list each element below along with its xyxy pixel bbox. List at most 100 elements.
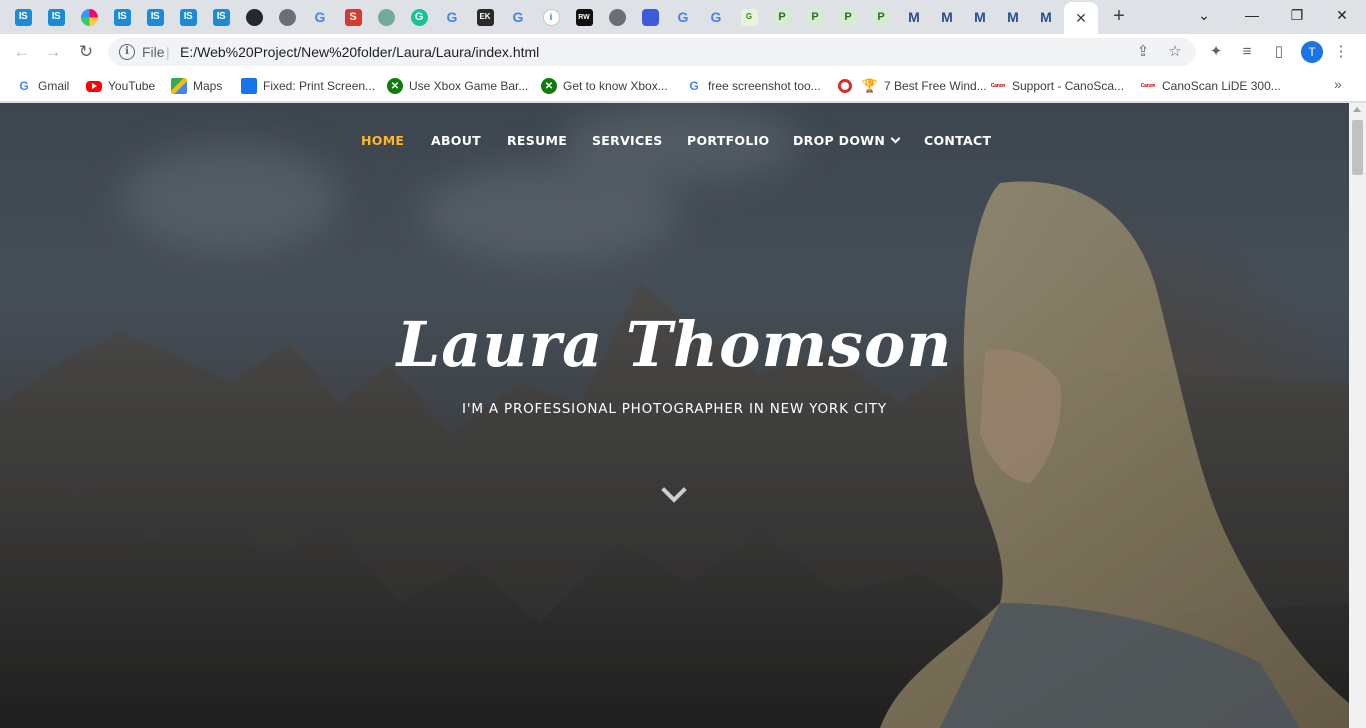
chatgpt-icon [377,8,395,26]
reload-button[interactable]: ↻ [74,40,98,64]
browser-tab[interactable] [74,4,104,30]
close-tab-icon[interactable]: ✕ [1075,10,1087,27]
browser-tab[interactable]: P [800,4,830,30]
bookmark-label: Gmail [38,79,70,93]
browser-tab[interactable] [272,4,302,30]
bookmark-star-icon[interactable]: ☆ [1166,43,1184,61]
scroll-up-arrow-icon[interactable] [1353,107,1361,112]
restore-button[interactable]: ❐ [1277,4,1317,28]
address-bar[interactable]: i File | E:/Web%20Project/New%20folder/L… [108,38,1196,66]
google-icon: G [710,9,722,25]
pinwheel-icon [80,8,98,26]
nav-about[interactable]: ABOUT [431,133,481,148]
bookmark-item[interactable]: Fixed: Print Screen... [241,76,375,96]
google-icon: G [446,9,458,25]
bookmark-item[interactable]: Gfree screenshot too... [686,76,820,96]
bookmarks-overflow-icon[interactable]: » [1334,76,1342,92]
extensions-icon[interactable]: ✦ [1206,42,1226,62]
browser-tab[interactable]: P [833,4,863,30]
url-text[interactable]: E:/Web%20Project/New%20folder/Laura/Laur… [180,44,539,60]
nav-home[interactable]: HOME [361,133,404,148]
browser-tab[interactable]: IS [107,4,137,30]
site-info-icon[interactable]: i [119,44,135,60]
nav-contact[interactable]: CONTACT [924,133,991,148]
browser-tab[interactable]: M [899,4,929,30]
browser-tab[interactable]: G [404,4,434,30]
bookmark-item[interactable]: YouTube [86,76,155,96]
browser-tab[interactable]: G [734,4,764,30]
record-icon [838,79,852,93]
browser-tab[interactable]: M [1031,4,1061,30]
forward-button[interactable]: → [41,40,65,64]
bookmark-item[interactable]: Canon CanoScan LiDE 300... [1140,76,1281,96]
menu-icon[interactable]: ⋮ [1331,42,1351,62]
bookmark-item[interactable]: Canon Support - CanoSca... [990,76,1124,96]
browser-tab[interactable]: M [965,4,995,30]
minimize-button[interactable]: — [1232,4,1272,28]
google-icon: G [677,9,689,25]
browser-tab[interactable] [239,4,269,30]
nav-services[interactable]: SERVICES [592,133,663,148]
browser-tab[interactable]: G [701,4,731,30]
browser-tab[interactable]: IS [206,4,236,30]
bookmark-label: 7 Best Free Wind... [884,79,987,93]
bookmark-item[interactable] [838,76,858,96]
browser-tab[interactable] [602,4,632,30]
nav-portfolio[interactable]: PORTFOLIO [687,133,770,148]
xbox-icon: ✕ [387,78,403,94]
canon-icon: Canon [990,83,1006,89]
nav-dropdown[interactable]: DROP DOWN [793,133,901,148]
browser-tab[interactable]: M [998,4,1028,30]
window-close-button[interactable]: ✕ [1322,4,1362,28]
browser-tab[interactable]: P [866,4,896,30]
p-icon: P [806,8,824,26]
browser-tab[interactable]: G [668,4,698,30]
browser-tab[interactable]: P [767,4,797,30]
back-button[interactable]: ← [10,40,34,64]
bookmark-item[interactable]: ✕ Get to know Xbox... [541,76,668,96]
browser-tab[interactable]: IS [8,4,38,30]
browser-tab[interactable]: i [536,4,566,30]
bookmark-item[interactable]: 🏆 7 Best Free Wind... [862,76,987,96]
browser-tab[interactable]: M [932,4,962,30]
side-panel-icon[interactable]: ▯ [1269,42,1289,62]
google-icon: G [19,79,29,93]
browser-tab[interactable] [635,4,665,30]
profile-avatar[interactable]: T [1301,41,1323,63]
browser-tab[interactable]: EK [470,4,500,30]
browser-tab[interactable]: IS [173,4,203,30]
browser-tab[interactable]: G [437,4,467,30]
youtube-icon [86,80,102,92]
globe-icon [608,8,626,26]
browser-tab[interactable]: S [338,4,368,30]
nav-resume[interactable]: RESUME [507,133,567,148]
share-icon[interactable]: ⇪ [1134,43,1152,61]
browser-tab[interactable]: IS [140,4,170,30]
browser-tab[interactable]: IS [41,4,71,30]
scrollbar-thumb[interactable] [1352,120,1363,175]
maps-icon [171,78,187,94]
bookmark-item[interactable]: ✕ Use Xbox Game Bar... [387,76,528,96]
bookmark-item[interactable]: Maps [171,76,222,96]
is-icon: IS [212,8,230,26]
ek-icon: EK [476,8,494,26]
browser-tab[interactable]: G [503,4,533,30]
bookmark-label: Maps [193,79,223,93]
browser-tab[interactable]: RW [569,4,599,30]
new-tab-button[interactable]: + [1106,5,1132,29]
browser-tab[interactable] [371,4,401,30]
bookmark-item[interactable]: G Gmail [16,76,69,96]
browser-tab[interactable]: G [305,4,335,30]
rw-icon: RW [575,8,593,26]
active-tab[interactable]: ✕ [1064,2,1098,34]
bookmark-label: YouTube [108,79,156,93]
hero-subtitle: I'M A PROFESSIONAL PHOTOGRAPHER IN NEW Y… [462,401,887,417]
page-scrollbar[interactable] [1349,103,1366,728]
s-icon: S [344,8,362,26]
blue-app-icon [641,8,659,26]
m-icon: M [1007,9,1019,25]
media-controls-icon[interactable]: ≡ [1237,42,1257,62]
globe-icon [278,8,296,26]
bookmark-label: Fixed: Print Screen... [263,79,376,93]
tab-search-button[interactable]: ⌄ [1184,4,1224,28]
